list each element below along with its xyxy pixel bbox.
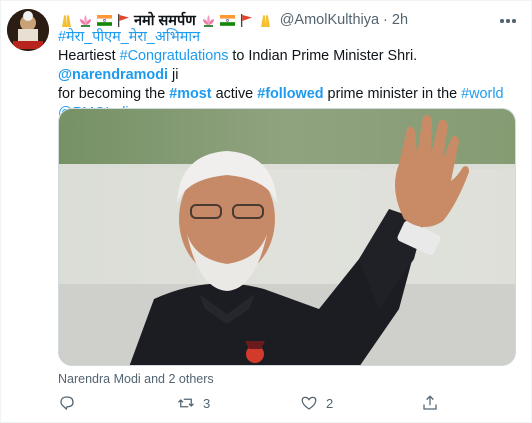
tagged-text: Narendra Modi and 2 others [58,372,214,386]
timestamp[interactable]: 2h [392,12,408,28]
text-span: ji [168,67,179,83]
tagged-users[interactable]: Narendra Modi and 2 others [58,372,214,386]
folded-hands-emoji-icon [58,13,75,28]
text-span: prime minister in the [323,86,462,102]
lotus-emoji-icon [200,13,217,28]
reply-button[interactable] [58,394,84,412]
text-span: active [211,86,258,102]
user-handle[interactable]: @AmolKulthiya [280,12,379,28]
share-button[interactable] [421,394,439,412]
india-flag-emoji-icon [96,13,113,28]
lotus-emoji-icon [77,13,94,28]
retweet-icon [178,398,194,408]
like-icon [301,396,317,410]
hashtag-link[interactable]: #मेरा_पीएम_मेरा_अभिमान [58,29,200,45]
reply-icon [60,396,74,411]
retweet-button[interactable]: 3 [177,394,210,412]
separator-dot: · [383,12,388,28]
tweet-card[interactable]: नमो समर्पण @AmolKulthiya · 2h #मेरा_पीएम… [0,0,532,423]
display-name[interactable]: नमो समर्पण [134,10,196,30]
hashtag-link[interactable]: #world [461,86,503,102]
action-bar: 3 2 [51,394,521,416]
tweet-photo[interactable] [58,108,516,366]
hashtag-link[interactable]: #Congratulations [120,48,229,64]
mention-link[interactable]: @narendramodi [58,67,168,83]
india-flag-emoji-icon [219,13,236,28]
hashtag-link[interactable]: #most [169,86,211,102]
retweet-count: 3 [203,395,211,411]
tweet-header: नमो समर्पण @AmolKulthiya · 2h [58,10,491,30]
hashtag-link[interactable]: #followed [257,86,323,102]
avatar[interactable] [7,9,49,51]
text-span: to Indian Prime Minister Shri. [228,48,418,64]
folded-hands-emoji-icon [257,13,274,28]
share-icon [423,395,437,410]
text-span: Heartiest [58,48,120,64]
like-count: 2 [326,395,334,411]
like-button[interactable]: 2 [300,394,333,412]
saffron-flag-emoji-icon [115,13,132,28]
saffron-flag-emoji-icon [238,13,255,28]
text-span: for becoming the [58,86,170,102]
